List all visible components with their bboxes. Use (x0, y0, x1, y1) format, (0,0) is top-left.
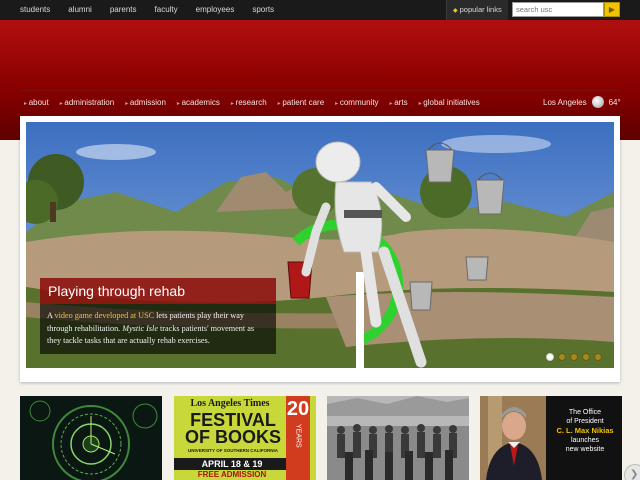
cloud-icon (591, 96, 604, 108)
feature-thumb-clock[interactable] (20, 396, 162, 480)
main-nav: about administration admission academics… (24, 91, 491, 113)
nav-link-sports[interactable]: sports (252, 0, 274, 20)
la-times-masthead: Los Angeles Times (190, 398, 270, 409)
slide-pager (546, 353, 602, 361)
main-nav-research[interactable]: research (231, 98, 267, 107)
weather-temp: 64° (608, 97, 621, 107)
president-line4: new website (565, 446, 605, 453)
popular-links-label: popular links (459, 5, 502, 14)
president-line2: of President (566, 418, 604, 425)
slide-dot-5[interactable] (594, 353, 602, 361)
next-features-button[interactable]: ❯ (624, 464, 640, 480)
president-website-promo: The Office of President C. L. Max Nikias… (548, 408, 622, 454)
festival-dates: APRIL 18 & 19 (174, 458, 290, 470)
festival-title-line2: OF BOOKS (184, 427, 281, 447)
main-nav-patient-care[interactable]: patient care (278, 98, 324, 107)
main-nav-global-initiatives[interactable]: global initiatives (419, 98, 479, 107)
feature-thumb-president[interactable]: The Office of President C. L. Max Nikias… (480, 396, 622, 480)
anniversary-years: YEARS (294, 424, 302, 448)
nav-link-employees[interactable]: employees (196, 0, 235, 20)
slide-dot-4[interactable] (582, 353, 590, 361)
nav-link-alumni[interactable]: alumni (68, 0, 92, 20)
feature-thumb-historic-photo[interactable] (327, 396, 469, 480)
festival-university: UNIVERSITY OF SOUTHERN CALIFORNIA (188, 448, 278, 453)
popular-links-dropdown[interactable]: ◆ popular links (446, 0, 508, 20)
hero-title[interactable]: Playing through rehab (40, 278, 276, 304)
nav-link-students[interactable]: students (20, 0, 50, 20)
nav-link-faculty[interactable]: faculty (155, 0, 178, 20)
historic-soldiers-photo (327, 396, 469, 480)
main-nav-administration[interactable]: administration (60, 98, 114, 107)
festival-admission: FREE ADMISSION (197, 470, 267, 479)
main-nav-academics[interactable]: academics (177, 98, 220, 107)
nav-link-parents[interactable]: parents (110, 0, 137, 20)
main-nav-community[interactable]: community (335, 98, 379, 107)
main-nav-arts[interactable]: arts (390, 98, 407, 107)
weather-widget[interactable]: Los Angeles 64° (543, 96, 621, 108)
president-line3: launches (570, 437, 600, 444)
feature-thumb-festival-of-books[interactable]: Los Angeles Times FESTIVAL OF BOOKS UNIVE… (174, 396, 316, 480)
gear-clock-graphic (20, 396, 162, 480)
hero-caption-pre: A (47, 311, 55, 320)
slide-dot-1[interactable] (546, 353, 554, 361)
hero-caption: A video game developed at USC lets patie… (40, 304, 276, 354)
updown-caret-icon: ◆ (453, 8, 458, 14)
president-line1: The Office (568, 409, 602, 416)
slide-dot-2[interactable] (558, 353, 566, 361)
anniversary-number: 20 (286, 398, 310, 420)
main-nav-admission[interactable]: admission (125, 98, 166, 107)
weather-city: Los Angeles (543, 97, 587, 107)
festival-title: FESTIVAL OF BOOKS (180, 411, 286, 447)
search-submit-button[interactable]: ▶ (604, 2, 620, 17)
arrow-right-icon: ▶ (608, 5, 616, 14)
hero-caption-game-name: Mystic Isle (122, 323, 158, 333)
hero-caption-link[interactable]: video game developed at USC (55, 311, 155, 320)
search-input[interactable] (512, 2, 604, 17)
chevron-right-icon: ❯ (630, 469, 639, 480)
audience-nav: students alumni parents faculty employee… (20, 0, 292, 20)
anniversary-label: 20 YEARS (286, 396, 310, 453)
slide-dot-3[interactable] (570, 353, 578, 361)
president-name: C. L. Max Nikias (556, 426, 614, 435)
main-nav-about[interactable]: about (24, 98, 49, 107)
